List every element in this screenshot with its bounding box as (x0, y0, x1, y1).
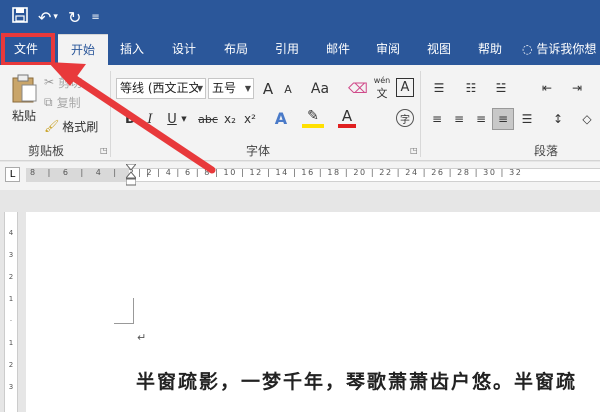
annotation-arrow (48, 62, 216, 174)
